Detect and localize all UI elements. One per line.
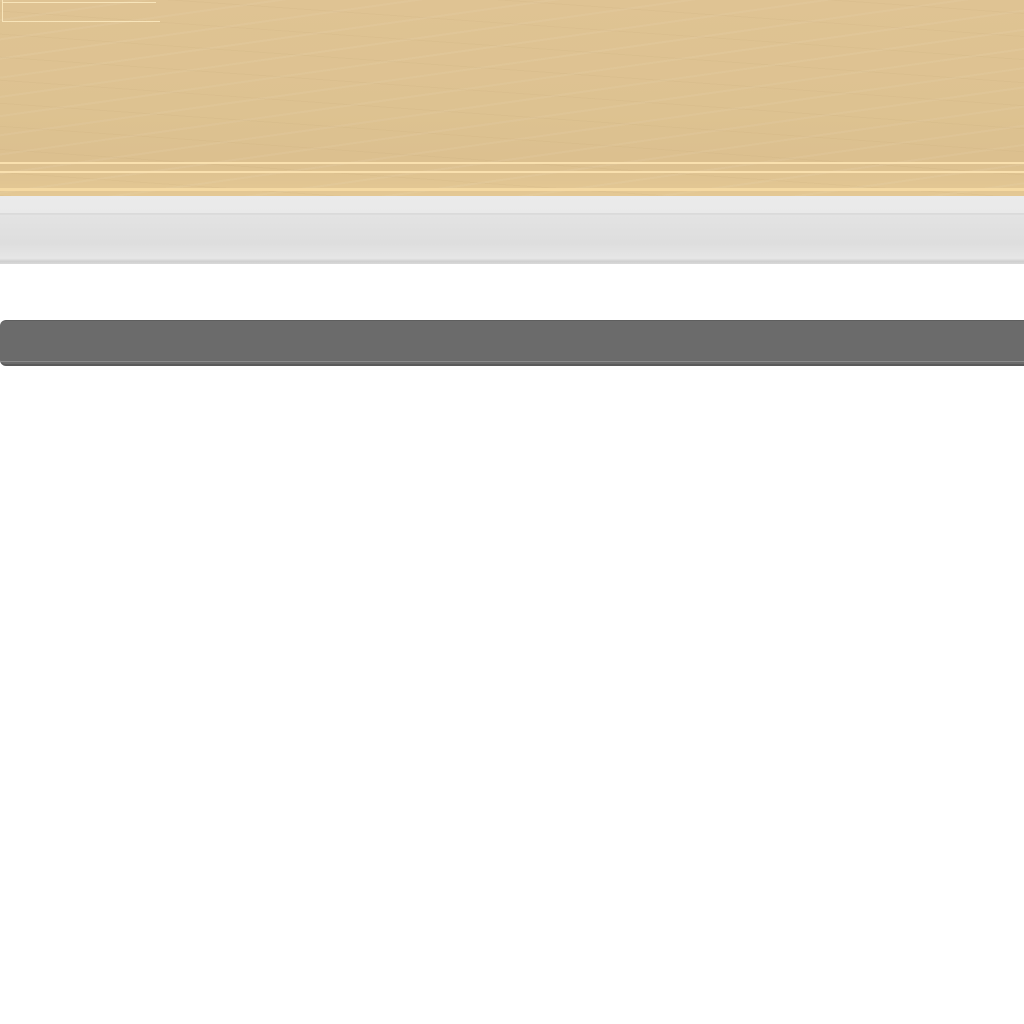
- header-banner: [0, 0, 1024, 196]
- header-trim-line: [0, 162, 1024, 164]
- navigation-bar: [0, 320, 1024, 366]
- header-trim-line: [0, 188, 1024, 191]
- header-trim-line: [0, 171, 1024, 173]
- navigation-bar-highlight: [0, 361, 1024, 362]
- header-corner-frame: [2, 0, 160, 22]
- toolbar-strip: [0, 196, 1024, 264]
- page: [0, 0, 1024, 1024]
- header-corner-line: [2, 2, 156, 3]
- content-area: [0, 366, 1024, 1024]
